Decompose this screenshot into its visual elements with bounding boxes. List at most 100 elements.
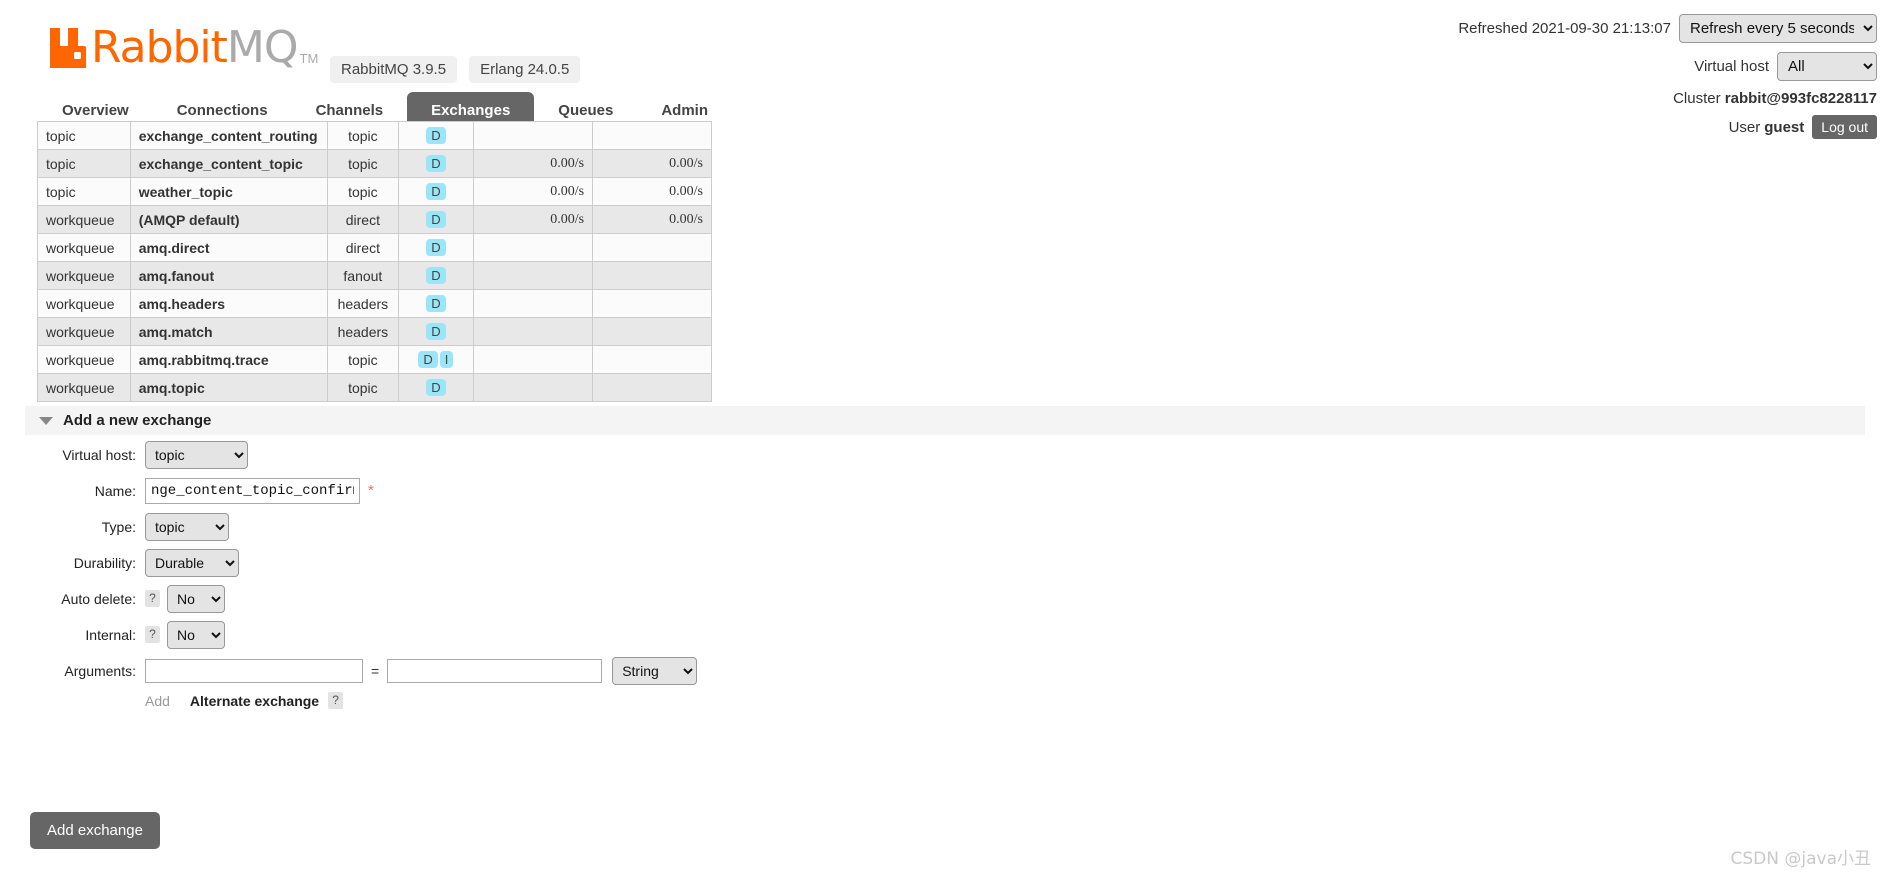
cell-rate-out: 0.00/s bbox=[592, 177, 712, 206]
durable-badge: D bbox=[426, 239, 446, 256]
alternate-exchange-help-icon[interactable]: ? bbox=[328, 692, 344, 709]
table-row[interactable]: topic exchange_content_routing topic D bbox=[37, 121, 712, 150]
refreshed-timestamp: Refreshed 2021-09-30 21:13:07 bbox=[1458, 20, 1671, 37]
cell-exchange-type: topic bbox=[327, 121, 399, 150]
table-row[interactable]: workqueue amq.match headers D bbox=[37, 317, 712, 346]
arguments-field-label: Arguments: bbox=[64, 662, 136, 679]
cell-features: D bbox=[397, 317, 475, 346]
cell-exchange-type: direct bbox=[327, 205, 399, 234]
internal-select[interactable]: No bbox=[167, 620, 225, 649]
auto-delete-help-icon[interactable]: ? bbox=[145, 590, 160, 607]
table-row[interactable]: workqueue amq.topic topic D bbox=[37, 373, 712, 402]
cell-features: D bbox=[397, 233, 475, 262]
cell-exchange-name[interactable]: (AMQP default) bbox=[129, 205, 329, 234]
cell-virtual-host: topic bbox=[37, 177, 131, 206]
cell-features: D bbox=[397, 373, 475, 402]
cluster-label: Cluster bbox=[1673, 90, 1721, 107]
cell-rate-out bbox=[592, 261, 712, 290]
durable-badge: D bbox=[426, 295, 446, 312]
cell-exchange-name[interactable]: amq.topic bbox=[129, 373, 329, 402]
table-row[interactable]: topic exchange_content_topic topic D 0.00/s 0… bbox=[37, 149, 712, 178]
arguments-sub-row: Add Alternate exchange ? bbox=[145, 692, 697, 709]
table-row[interactable]: workqueue (AMQP default) direct D 0.00/s 0.00… bbox=[37, 205, 712, 234]
cell-features: D bbox=[397, 177, 475, 206]
cell-rate-in: 0.00/s bbox=[473, 149, 594, 178]
cell-features: D bbox=[397, 121, 475, 150]
durability-field-label: Durability: bbox=[73, 554, 136, 571]
cell-rate-in bbox=[473, 289, 594, 318]
form-row-internal: Internal: ? No bbox=[25, 620, 697, 649]
cell-virtual-host: workqueue bbox=[37, 233, 131, 262]
cell-exchange-type: topic bbox=[327, 345, 399, 374]
erlang-version-badge: Erlang 24.0.5 bbox=[469, 56, 581, 83]
add-exchange-button[interactable]: Add exchange bbox=[30, 812, 160, 849]
argument-value-input[interactable] bbox=[387, 658, 603, 683]
cell-rate-in bbox=[473, 121, 594, 150]
form-row-name: Name: * bbox=[25, 476, 697, 505]
cell-virtual-host: workqueue bbox=[37, 373, 131, 402]
table-row[interactable]: workqueue amq.headers headers D bbox=[37, 289, 712, 318]
refresh-row: Refreshed 2021-09-30 21:13:07 Refresh ev… bbox=[1458, 14, 1877, 43]
form-virtual-host-select[interactable]: topic bbox=[145, 440, 248, 469]
cell-rate-out: 0.00/s bbox=[592, 149, 712, 178]
argument-type-select[interactable]: String bbox=[612, 656, 698, 685]
cell-exchange-name[interactable]: exchange_content_topic bbox=[129, 149, 329, 178]
add-argument-link[interactable]: Add bbox=[145, 693, 170, 709]
durability-select[interactable]: Durable bbox=[145, 548, 239, 577]
cell-exchange-name[interactable]: weather_topic bbox=[129, 177, 329, 206]
type-field-label: Type: bbox=[101, 518, 136, 535]
cell-exchange-type: headers bbox=[327, 289, 399, 318]
logout-button[interactable]: Log out bbox=[1812, 115, 1877, 139]
collapse-caret-icon[interactable] bbox=[39, 416, 53, 425]
cell-exchange-type: fanout bbox=[327, 261, 399, 290]
rabbitmq-logo[interactable]: RabbitMQ TM bbox=[48, 26, 318, 70]
table-row[interactable]: topic weather_topic topic D 0.00/s 0.00/s bbox=[37, 177, 712, 206]
cell-virtual-host: topic bbox=[37, 121, 131, 150]
alternate-exchange-label: Alternate exchange bbox=[189, 692, 320, 709]
cell-features: D bbox=[397, 289, 475, 318]
cell-rate-out bbox=[592, 121, 712, 150]
header-right-panel: Refreshed 2021-09-30 21:13:07 Refresh ev… bbox=[1458, 14, 1877, 139]
exchange-name-input[interactable] bbox=[145, 477, 360, 504]
user-info: User guest Log out bbox=[1458, 115, 1877, 139]
cell-virtual-host: workqueue bbox=[37, 317, 131, 346]
cell-exchange-name[interactable]: amq.rabbitmq.trace bbox=[129, 345, 329, 374]
table-row[interactable]: workqueue amq.rabbitmq.trace topic D I bbox=[37, 345, 712, 374]
cell-exchange-type: headers bbox=[327, 317, 399, 346]
argument-key-input[interactable] bbox=[145, 658, 363, 683]
cell-rate-out bbox=[592, 233, 712, 262]
durable-badge: D bbox=[418, 351, 438, 368]
durable-badge: D bbox=[426, 127, 446, 144]
durable-badge: D bbox=[426, 155, 446, 172]
rabbit-logo-icon bbox=[48, 26, 88, 70]
table-row[interactable]: workqueue amq.fanout fanout D bbox=[37, 261, 712, 290]
cell-rate-out bbox=[592, 373, 712, 402]
cell-rate-in bbox=[473, 317, 594, 346]
cluster-name: rabbit@993fc8228117 bbox=[1724, 90, 1877, 107]
auto-delete-select[interactable]: No bbox=[167, 584, 225, 613]
watermark-text: CSDN @java小丑 bbox=[1730, 849, 1872, 869]
internal-help-icon[interactable]: ? bbox=[145, 626, 160, 643]
exchanges-table-body: topic exchange_content_routing topic Dtopic… bbox=[37, 121, 712, 402]
refresh-interval-select[interactable]: Refresh every 5 seconds bbox=[1679, 14, 1877, 43]
cell-exchange-name[interactable]: amq.headers bbox=[129, 289, 329, 318]
cell-exchange-name[interactable]: amq.match bbox=[129, 317, 329, 346]
logo-mq-text: MQ bbox=[226, 22, 299, 73]
exchanges-table-container: topic exchange_content_routing topic Dtopic… bbox=[37, 121, 712, 402]
version-badges: RabbitMQ 3.9.5 Erlang 24.0.5 bbox=[330, 56, 581, 83]
cell-exchange-name[interactable]: amq.direct bbox=[129, 233, 329, 262]
cell-features: D bbox=[397, 149, 475, 178]
cell-virtual-host: workqueue bbox=[37, 289, 131, 318]
cell-features: D bbox=[397, 205, 475, 234]
table-row[interactable]: workqueue amq.direct direct D bbox=[37, 233, 712, 262]
add-exchange-section-header[interactable]: Add a new exchange bbox=[25, 406, 1865, 435]
cell-virtual-host: workqueue bbox=[37, 261, 131, 290]
argument-equals-sign: = bbox=[371, 662, 380, 679]
cell-rate-in: 0.00/s bbox=[473, 177, 594, 206]
exchange-type-select[interactable]: topic bbox=[145, 512, 229, 541]
cell-rate-in bbox=[473, 345, 594, 374]
cell-exchange-name[interactable]: amq.fanout bbox=[129, 261, 329, 290]
virtual-host-select[interactable]: All bbox=[1777, 52, 1877, 81]
logo-wordmark: RabbitMQ bbox=[91, 26, 299, 70]
cell-exchange-name[interactable]: exchange_content_routing bbox=[129, 121, 329, 150]
